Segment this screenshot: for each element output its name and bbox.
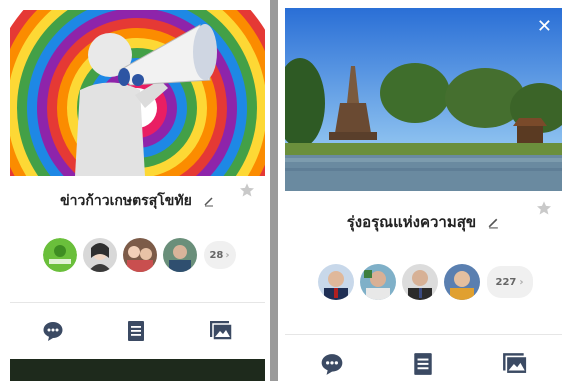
group-title: รุ่งอรุณแห่งความสุข [346, 213, 477, 231]
chat-button[interactable] [42, 320, 64, 342]
edit-icon[interactable] [203, 195, 215, 207]
avatar-man-2[interactable] [359, 264, 396, 300]
member-count: 28 [209, 249, 224, 261]
member-count: 227 [495, 276, 517, 288]
card-toolbar [285, 350, 562, 378]
chevron-right-icon: › [225, 249, 230, 261]
avatar-person[interactable] [162, 238, 197, 272]
chat-icon [43, 322, 63, 341]
cover-image[interactable] [10, 10, 265, 176]
edit-icon[interactable] [487, 216, 500, 229]
separator-line [270, 0, 278, 381]
avatar-man-3[interactable] [401, 264, 438, 300]
panel-separator-left [0, 0, 10, 381]
member-count-badge[interactable]: 227 › [486, 266, 533, 298]
member-list: 28 › [10, 238, 265, 272]
card-toolbar [10, 317, 265, 345]
chat-button[interactable] [320, 352, 344, 376]
notes-icon [413, 353, 432, 375]
avatar-logo[interactable] [42, 238, 77, 272]
notes-icon [128, 321, 145, 341]
avatar-man-1[interactable] [317, 264, 354, 300]
cover-image[interactable] [285, 8, 562, 191]
group-card-left: ข่าวก้าวเกษตรสุโขทัย 28 › [10, 10, 265, 381]
album-icon [502, 353, 528, 375]
notes-button[interactable] [413, 352, 433, 376]
group-card-right: ✕ รุ่งอรุณแห่งความสุข 227 › [285, 8, 562, 381]
divider [285, 334, 562, 335]
group-title-row: ข่าวก้าวเกษตรสุโขทัย [10, 190, 265, 212]
group-title: ข่าวก้าวเกษตรสุโขทัย [60, 193, 192, 209]
member-count-badge[interactable]: 28 › [203, 241, 236, 269]
avatar-woman[interactable] [82, 238, 117, 272]
chat-icon [321, 354, 342, 375]
album-button[interactable] [209, 320, 233, 342]
avatar-man-4[interactable] [443, 264, 480, 300]
close-icon[interactable]: ✕ [537, 18, 552, 36]
notes-button[interactable] [127, 320, 145, 342]
avatar-group[interactable] [122, 238, 157, 272]
album-button[interactable] [502, 352, 528, 376]
background-strip [10, 359, 265, 381]
divider [10, 302, 265, 303]
album-icon [210, 321, 233, 341]
group-title-row: รุ่งอรุณแห่งความสุข [285, 210, 562, 234]
member-list: 227 › [285, 264, 562, 300]
chevron-right-icon: › [519, 276, 524, 288]
